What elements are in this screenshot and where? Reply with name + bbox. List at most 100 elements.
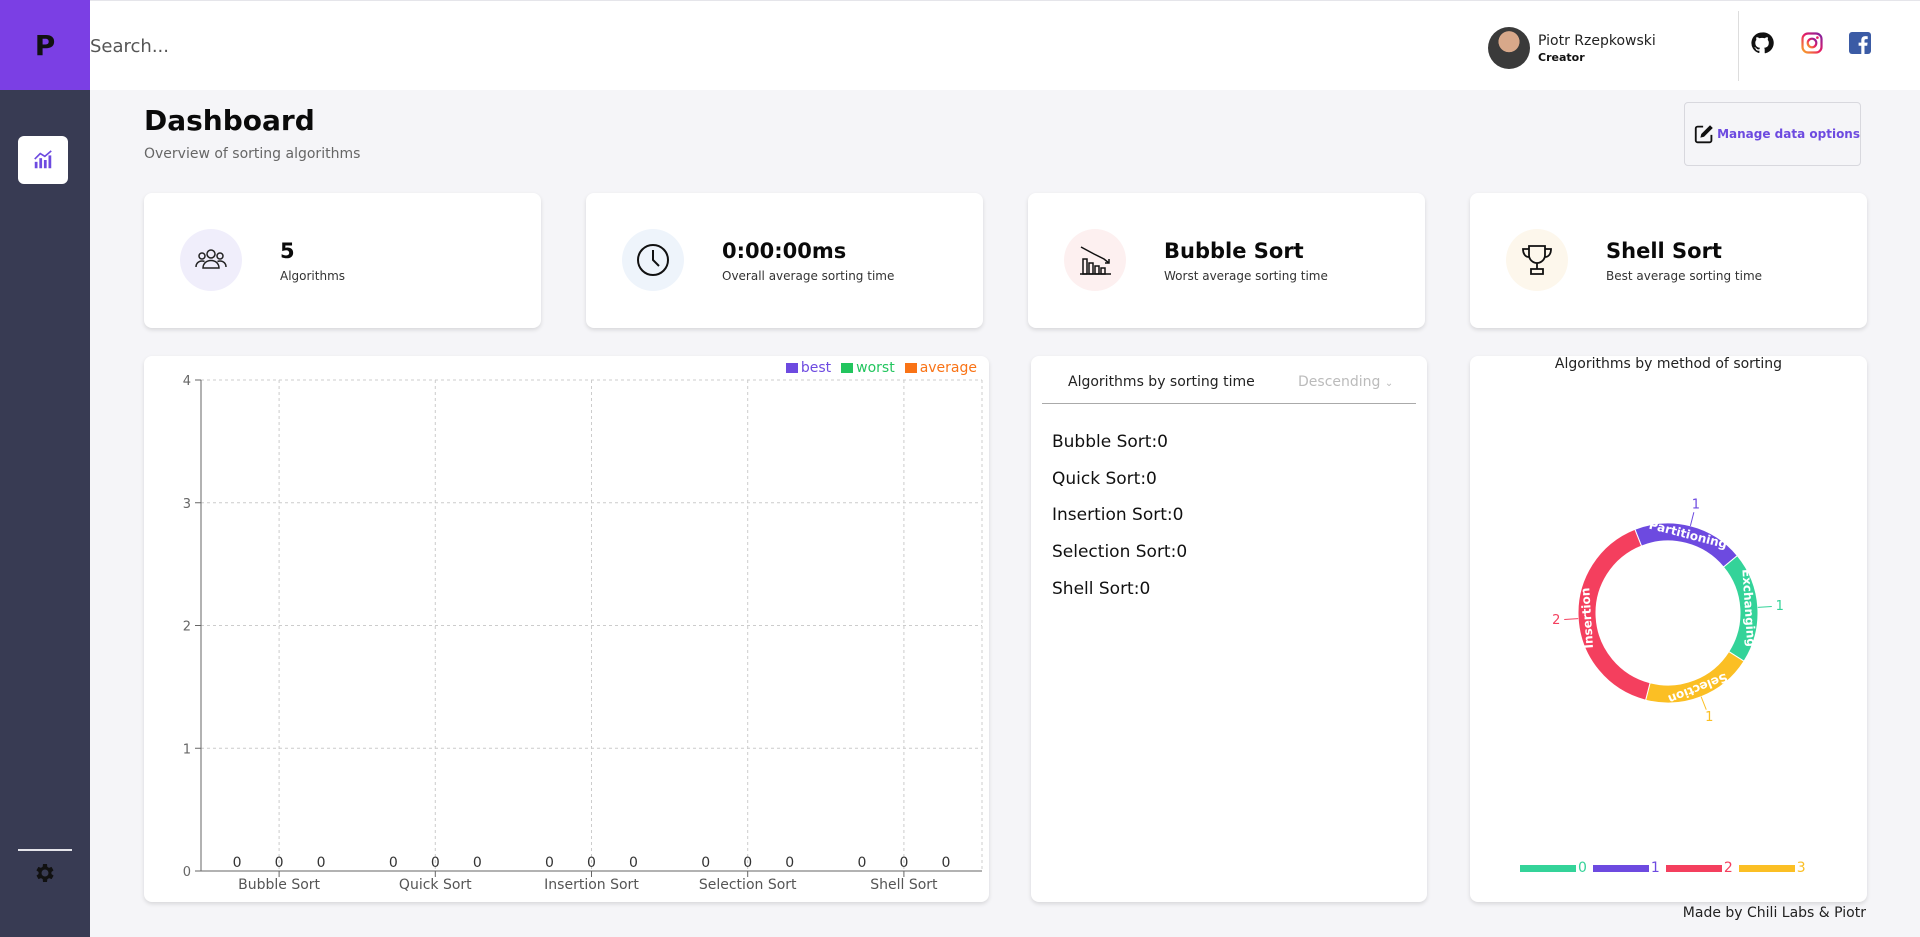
legend-item-worst[interactable]: worst [841, 360, 895, 376]
instagram-link[interactable] [1800, 31, 1826, 57]
y-tick-label: 0 [183, 865, 191, 880]
stat-value: Bubble Sort [1164, 239, 1304, 263]
y-tick-label: 1 [183, 742, 191, 757]
data-label: 0 [431, 855, 440, 871]
stat-card-average-time: 0:00:00ms Overall average sorting time [586, 193, 983, 328]
stat-label: Worst average sorting time [1164, 269, 1328, 283]
stat-label: Best average sorting time [1606, 269, 1763, 283]
list-item: Selection Sort:0 [1052, 542, 1188, 563]
data-label: 0 [389, 855, 398, 871]
leader-line [1700, 696, 1707, 710]
stat-card-algorithms: 5 Algorithms [144, 193, 541, 328]
data-label: 0 [941, 855, 950, 871]
legend-swatch [785, 363, 798, 373]
legend-swatch [1738, 864, 1795, 872]
data-label: 0 [857, 855, 866, 871]
facebook-link[interactable] [1848, 31, 1874, 57]
sort-order-label: Descending [1298, 374, 1381, 390]
data-label: 0 [473, 855, 482, 871]
declining-chart-icon [1080, 246, 1111, 275]
user-profile[interactable]: Piotr Rzepkowski Creator [1488, 25, 1656, 71]
avatar [1488, 27, 1530, 69]
legend-label: worst [856, 360, 895, 376]
stat-card-worst: Bubble Sort Worst average sorting time [1028, 193, 1425, 328]
legend-label: 2 [1723, 860, 1733, 876]
gear-icon [36, 864, 54, 882]
slice-value: 1 [1692, 498, 1700, 513]
data-label: 0 [317, 855, 326, 871]
data-label: 0 [899, 855, 908, 871]
x-tick-label: Shell Sort [870, 877, 938, 893]
list-item: Shell Sort:0 [1052, 578, 1151, 599]
clock-icon [637, 244, 669, 276]
x-tick-label: Bubble Sort [238, 877, 320, 893]
leader-line [1689, 512, 1695, 526]
legend-label: 1 [1650, 860, 1660, 876]
leader-line [1757, 605, 1772, 608]
list-item: Insertion Sort:0 [1052, 505, 1184, 526]
donut-legend-item[interactable]: 2 [1665, 860, 1733, 876]
legend-swatch [1665, 864, 1722, 872]
footer-credit: Made by Chili Labs & Piotr [1682, 905, 1866, 921]
logo-letter: P [34, 28, 56, 62]
legend-swatch [841, 363, 854, 373]
trophy-icon [1522, 245, 1552, 275]
edit-icon [1694, 125, 1713, 144]
stat-icon-wrap [1064, 229, 1126, 291]
legend-label: 0 [1578, 860, 1587, 876]
bar-chart: 01234Bubble Sort0 0 0Quick Sort0 0 0Insertio… [183, 374, 983, 893]
data-label: 0 [701, 855, 710, 871]
sidebar-item-dashboard[interactable] [18, 136, 68, 184]
list-header: Algorithms by sorting time Descending ⌄ [1042, 374, 1416, 404]
y-tick-label: 4 [183, 374, 191, 389]
legend-label: 3 [1796, 860, 1806, 876]
legend-item-average[interactable]: average [904, 360, 977, 376]
donut-legend-item[interactable]: 1 [1592, 860, 1660, 876]
donut-chart: Partitioning1Exchanging 1Selection1Insert… [1552, 498, 1784, 726]
github-link[interactable] [1750, 31, 1776, 57]
x-tick-label: Selection Sort [699, 877, 797, 893]
legend-label: average [919, 360, 977, 376]
donut-legend: 0 1 2 3 [1520, 860, 1806, 876]
donut-legend-item[interactable]: 0 [1520, 860, 1587, 876]
x-tick-label: Insertion Sort [544, 877, 639, 893]
top-header: Piotr Rzepkowski Creator [90, 0, 1920, 90]
sidebar-divider [18, 849, 72, 851]
search-input[interactable] [90, 31, 690, 61]
y-tick-label: 3 [183, 497, 191, 512]
user-name: Piotr Rzepkowski [1538, 32, 1656, 49]
sorting-time-list-card: Algorithms by sorting time Descending ⌄ … [1031, 356, 1427, 902]
stat-label: Overall average sorting time [722, 269, 895, 283]
chevron-down-icon: ⌄ [1384, 378, 1394, 389]
stat-value: Shell Sort [1606, 239, 1722, 263]
legend-label: best [800, 360, 832, 376]
x-tick-label: Quick Sort [399, 877, 472, 893]
user-role: Creator [1538, 50, 1585, 64]
list-item: Quick Sort:0 [1052, 468, 1157, 489]
legend-item-best[interactable]: best [785, 360, 832, 376]
donut-legend-item[interactable]: 3 [1738, 860, 1806, 876]
logo[interactable]: P [0, 0, 90, 90]
legend-swatch [1520, 864, 1576, 872]
settings-button[interactable] [31, 859, 59, 887]
leader-line [1564, 618, 1579, 621]
sort-order-dropdown[interactable]: Descending ⌄ [1298, 374, 1393, 390]
algorithm-list: Bubble Sort:0 Quick Sort:0 Insertion Sor… [1052, 432, 1187, 615]
stat-value: 5 [280, 239, 295, 263]
page-title: Dashboard [144, 104, 315, 137]
data-label: 0 [785, 855, 794, 871]
github-icon [1751, 32, 1774, 54]
list-title: Algorithms by sorting time [1068, 374, 1255, 390]
method-donut-card: Algorithms by method of sorting Partitio… [1470, 356, 1867, 902]
y-tick-label: 2 [183, 620, 191, 635]
legend-swatch [1592, 864, 1649, 872]
stat-value: 0:00:00ms [722, 239, 847, 263]
data-label: 0 [629, 855, 638, 871]
manage-data-options-button[interactable]: Manage data options [1684, 102, 1861, 166]
stat-label: Algorithms [280, 269, 346, 283]
manage-data-options-label: Manage data options [1717, 127, 1860, 141]
slice-value: 2 [1552, 613, 1560, 628]
header-divider [1738, 11, 1739, 81]
data-label: 0 [587, 855, 596, 871]
stat-icon-wrap [622, 229, 684, 291]
